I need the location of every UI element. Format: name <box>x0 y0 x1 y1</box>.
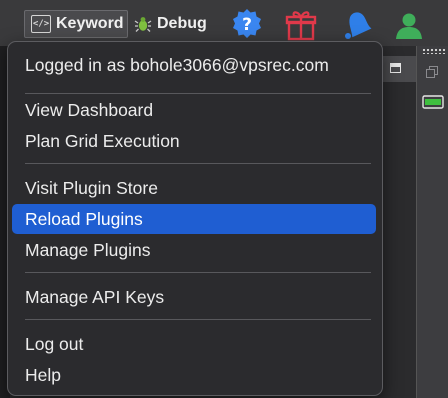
code-icon: </> <box>31 15 51 33</box>
menu-item-visit-plugin-store[interactable]: Visit Plugin Store <box>12 173 376 203</box>
menu-separator <box>25 93 371 94</box>
menu-item-reload-plugins[interactable]: Reload Plugins <box>12 204 376 234</box>
gift-icon[interactable] <box>283 7 319 43</box>
menu-item-manage-plugins[interactable]: Manage Plugins <box>12 235 376 265</box>
menu-item-log-out[interactable]: Log out <box>12 329 376 359</box>
help-icon[interactable]: ? <box>229 7 265 43</box>
panel-toggle-icon[interactable] <box>422 95 444 109</box>
top-toolbar: </> Keyword Debug ? <box>0 0 448 46</box>
keyword-button[interactable]: </> Keyword <box>24 10 128 38</box>
keyword-label: Keyword <box>56 15 124 32</box>
app-window: </> Keyword Debug ? Logged in as bohole3… <box>0 0 448 398</box>
menu-item-manage-api-keys[interactable]: Manage API Keys <box>12 282 376 312</box>
menu-item-plan-grid-execution[interactable]: Plan Grid Execution <box>12 126 376 156</box>
menu-separator <box>25 163 371 164</box>
menu-item-help[interactable]: Help <box>12 360 376 390</box>
user-icon[interactable] <box>391 7 427 43</box>
notification-bell-icon[interactable] <box>338 7 374 43</box>
debug-button[interactable]: Debug <box>132 10 218 38</box>
maximize-icon[interactable] <box>390 63 401 73</box>
restore-icon[interactable] <box>426 66 438 78</box>
drag-handle-icon[interactable] <box>422 48 446 54</box>
bug-icon <box>134 17 152 32</box>
debug-label: Debug <box>157 15 207 32</box>
menu-item-view-dashboard[interactable]: View Dashboard <box>12 95 376 125</box>
menu-separator <box>25 272 371 273</box>
account-menu: Logged in as bohole3066@vpsrec.com View … <box>7 41 383 396</box>
svg-text:?: ? <box>242 15 252 35</box>
menu-separator <box>25 319 371 320</box>
logged-in-label: Logged in as bohole3066@vpsrec.com <box>25 55 329 75</box>
